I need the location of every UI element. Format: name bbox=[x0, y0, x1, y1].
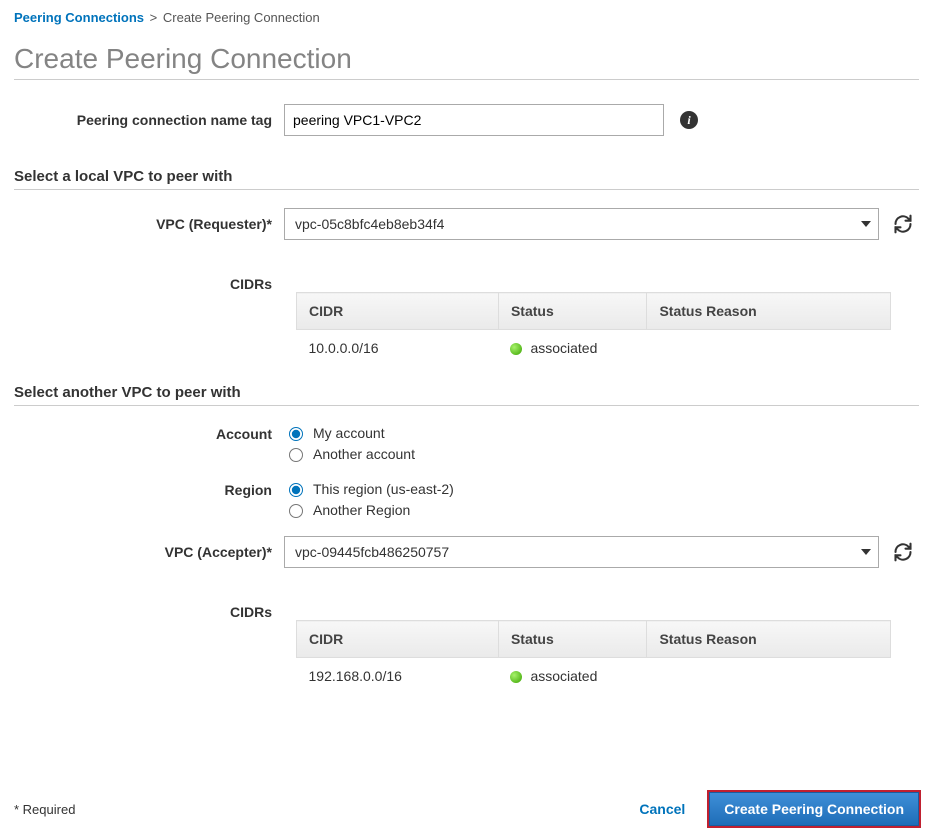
breadcrumb-separator: > bbox=[150, 10, 158, 25]
radio-another-account[interactable]: Another account bbox=[284, 445, 415, 462]
breadcrumb: Peering Connections > Create Peering Con… bbox=[14, 10, 919, 25]
info-icon[interactable]: i bbox=[680, 111, 698, 129]
divider-other bbox=[14, 405, 919, 406]
label-accepter-cidrs: CIDRs bbox=[14, 594, 284, 620]
table-accepter-cidrs: CIDR Status Status Reason 192.168.0.0/16… bbox=[296, 620, 891, 694]
row-accepter-cidrs: CIDRs bbox=[14, 594, 919, 620]
table-row: 192.168.0.0/16 associated bbox=[297, 658, 891, 695]
col-status: Status bbox=[498, 293, 647, 330]
label-name-tag: Peering connection name tag bbox=[14, 112, 284, 128]
table-row: 10.0.0.0/16 associated bbox=[297, 330, 891, 367]
table-requester-cidrs: CIDR Status Status Reason 10.0.0.0/16 as… bbox=[296, 292, 891, 366]
label-region: Region bbox=[14, 480, 284, 498]
cell-reason bbox=[647, 658, 891, 695]
select-vpc-accepter[interactable]: vpc-09445fcb486250757 bbox=[284, 536, 879, 568]
col-reason: Status Reason bbox=[647, 621, 891, 658]
radio-this-region[interactable]: This region (us-east-2) bbox=[284, 480, 454, 497]
row-region: Region This region (us-east-2) Another R… bbox=[14, 480, 919, 522]
select-vpc-requester[interactable]: vpc-05c8bfc4eb8eb34f4 bbox=[284, 208, 879, 240]
create-peering-button[interactable]: Create Peering Connection bbox=[709, 792, 919, 826]
required-note: * Required bbox=[14, 802, 75, 817]
label-vpc-requester: VPC (Requester)* bbox=[14, 216, 284, 232]
cell-reason bbox=[647, 330, 891, 367]
label-account: Account bbox=[14, 424, 284, 442]
row-vpc-accepter: VPC (Accepter)* vpc-09445fcb486250757 bbox=[14, 536, 919, 568]
divider-local bbox=[14, 189, 919, 190]
col-status: Status bbox=[498, 621, 647, 658]
chevron-down-icon bbox=[861, 221, 871, 227]
title-divider bbox=[14, 79, 919, 80]
refresh-icon[interactable] bbox=[893, 214, 913, 234]
row-name-tag: Peering connection name tag i bbox=[14, 104, 919, 136]
heading-other-vpc: Select another VPC to peer with bbox=[14, 384, 919, 401]
cancel-button[interactable]: Cancel bbox=[633, 800, 691, 818]
select-vpc-requester-value: vpc-05c8bfc4eb8eb34f4 bbox=[295, 216, 444, 232]
col-reason: Status Reason bbox=[647, 293, 891, 330]
heading-local-vpc: Select a local VPC to peer with bbox=[14, 168, 919, 185]
radio-my-account[interactable]: My account bbox=[284, 424, 415, 441]
cell-status: associated bbox=[498, 330, 647, 367]
label-vpc-accepter: VPC (Accepter)* bbox=[14, 544, 284, 560]
input-name-tag[interactable] bbox=[284, 104, 664, 136]
breadcrumb-parent-link[interactable]: Peering Connections bbox=[14, 10, 144, 25]
radio-another-region[interactable]: Another Region bbox=[284, 501, 454, 518]
select-vpc-accepter-value: vpc-09445fcb486250757 bbox=[295, 544, 449, 560]
row-account: Account My account Another account bbox=[14, 424, 919, 466]
refresh-icon[interactable] bbox=[893, 542, 913, 562]
page-title: Create Peering Connection bbox=[14, 43, 919, 75]
col-cidr: CIDR bbox=[297, 621, 499, 658]
label-requester-cidrs: CIDRs bbox=[14, 266, 284, 292]
cell-status: associated bbox=[498, 658, 647, 695]
footer: * Required Cancel Create Peering Connect… bbox=[14, 784, 919, 826]
cell-cidr: 192.168.0.0/16 bbox=[297, 658, 499, 695]
row-vpc-requester: VPC (Requester)* vpc-05c8bfc4eb8eb34f4 bbox=[14, 208, 919, 240]
row-requester-cidrs: CIDRs bbox=[14, 266, 919, 292]
col-cidr: CIDR bbox=[297, 293, 499, 330]
status-dot-icon bbox=[510, 671, 522, 683]
status-dot-icon bbox=[510, 343, 522, 355]
breadcrumb-current: Create Peering Connection bbox=[163, 10, 320, 25]
cell-cidr: 10.0.0.0/16 bbox=[297, 330, 499, 367]
chevron-down-icon bbox=[861, 549, 871, 555]
